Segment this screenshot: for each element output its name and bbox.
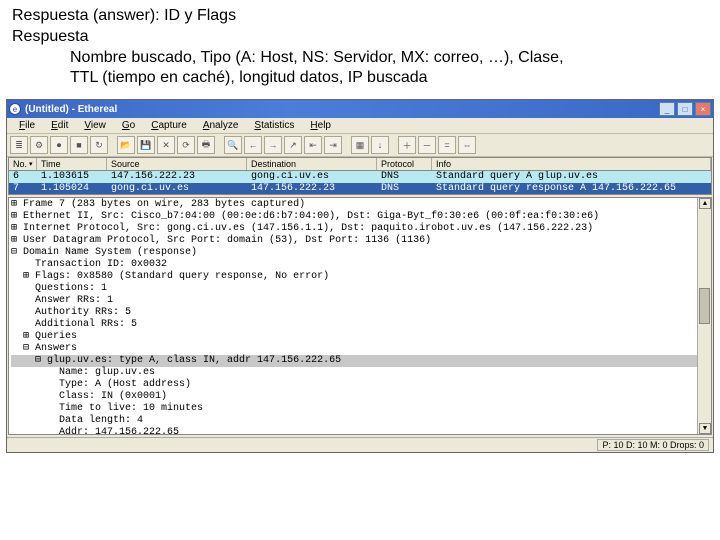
zoom-100-icon[interactable]: = bbox=[438, 136, 456, 154]
col-no[interactable]: No. ▾ bbox=[9, 158, 37, 170]
detail-dns[interactable]: ⊟ Domain Name System (response) bbox=[11, 247, 709, 259]
detail-questions: Questions: 1 bbox=[11, 283, 709, 295]
minimize-button[interactable]: _ bbox=[659, 102, 675, 116]
scroll-up-icon[interactable]: ▲ bbox=[699, 198, 711, 209]
menu-file[interactable]: File bbox=[11, 119, 43, 132]
menu-analyze[interactable]: Analyze bbox=[195, 119, 247, 132]
colorize-icon[interactable]: ▦ bbox=[351, 136, 369, 154]
save-icon[interactable]: 💾 bbox=[137, 136, 155, 154]
list-header: No. ▾ Time Source Destination Protocol I… bbox=[9, 158, 711, 171]
menu-edit[interactable]: Edit bbox=[43, 119, 76, 132]
detail-datalen: Data length: 4 bbox=[11, 415, 709, 427]
detail-answers[interactable]: ⊟ Answers bbox=[11, 343, 709, 355]
print-icon[interactable]: 🖶 bbox=[197, 136, 215, 154]
slide-line-1: Respuesta (answer): ID y Flags bbox=[12, 6, 710, 27]
go-forward-icon[interactable]: → bbox=[264, 136, 282, 154]
detail-udp[interactable]: ⊞ User Datagram Protocol, Src Port: doma… bbox=[11, 235, 709, 247]
detail-type: Type: A (Host address) bbox=[11, 379, 709, 391]
packet-row-6[interactable]: 6 1.103615 147.156.222.23 gong.ci.uv.es … bbox=[9, 171, 711, 183]
packet-row-7[interactable]: 7 1.105024 gong.ci.uv.es 147.156.222.23 … bbox=[9, 183, 711, 195]
stop-capture-icon[interactable]: ■ bbox=[70, 136, 88, 154]
go-last-icon[interactable]: ⇥ bbox=[324, 136, 342, 154]
detail-addlrrs: Additional RRs: 5 bbox=[11, 319, 709, 331]
detail-answer-record[interactable]: ⊟ glup.uv.es: type A, class IN, addr 147… bbox=[11, 355, 709, 367]
close-button[interactable]: × bbox=[695, 102, 711, 116]
ethereal-window: e (Untitled) - Ethereal _ □ × File Edit … bbox=[6, 99, 714, 453]
window-title: (Untitled) - Ethereal bbox=[25, 104, 659, 115]
slide-line-4: TTL (tiempo en caché), longitud datos, I… bbox=[12, 68, 710, 89]
detail-ttl: Time to live: 10 minutes bbox=[11, 403, 709, 415]
col-destination[interactable]: Destination bbox=[247, 158, 377, 170]
slide-line-3: Nombre buscado, Tipo (A: Host, NS: Servi… bbox=[12, 48, 710, 69]
detail-addr: Addr: 147.156.222.65 bbox=[11, 427, 709, 435]
restart-capture-icon[interactable]: ↻ bbox=[90, 136, 108, 154]
autoscroll-icon[interactable]: ↓ bbox=[371, 136, 389, 154]
zoom-out-icon[interactable]: － bbox=[418, 136, 436, 154]
detail-queries[interactable]: ⊞ Queries bbox=[11, 331, 709, 343]
goto-packet-icon[interactable]: ↗ bbox=[284, 136, 302, 154]
resize-cols-icon[interactable]: ⇔ bbox=[458, 136, 476, 154]
menu-capture[interactable]: Capture bbox=[143, 119, 195, 132]
reload-icon[interactable]: ⟳ bbox=[177, 136, 195, 154]
interfaces-icon[interactable]: ≣ bbox=[10, 136, 28, 154]
menu-help[interactable]: Help bbox=[302, 119, 339, 132]
capture-options-icon[interactable]: ⚙ bbox=[30, 136, 48, 154]
details-scrollbar[interactable]: ▲ ▼ bbox=[697, 198, 711, 434]
statusbar: P: 10 D: 10 M: 0 Drops: 0 bbox=[7, 437, 713, 452]
find-icon[interactable]: 🔍 bbox=[224, 136, 242, 154]
toolbar: ≣ ⚙ ⏺ ■ ↻ 📂 💾 ✕ ⟳ 🖶 🔍 ← → ↗ ⇤ ⇥ ▦ ↓ ＋ － … bbox=[7, 134, 713, 157]
col-info[interactable]: Info bbox=[432, 158, 711, 170]
packet-details[interactable]: ⊞ Frame 7 (283 bytes on wire, 283 bytes … bbox=[8, 197, 712, 435]
detail-ip[interactable]: ⊞ Internet Protocol, Src: gong.ci.uv.es … bbox=[11, 223, 709, 235]
start-capture-icon[interactable]: ⏺ bbox=[50, 136, 68, 154]
go-back-icon[interactable]: ← bbox=[244, 136, 262, 154]
app-icon: e bbox=[9, 103, 21, 115]
detail-frame[interactable]: ⊞ Frame 7 (283 bytes on wire, 283 bytes … bbox=[11, 199, 709, 211]
packet-list[interactable]: No. ▾ Time Source Destination Protocol I… bbox=[8, 157, 712, 195]
menu-go[interactable]: Go bbox=[114, 119, 143, 132]
col-time[interactable]: Time bbox=[37, 158, 107, 170]
slide-line-2: Respuesta bbox=[12, 27, 710, 48]
menu-view[interactable]: View bbox=[76, 119, 114, 132]
slide-notes: Respuesta (answer): ID y Flags Respuesta… bbox=[0, 0, 720, 93]
scroll-down-icon[interactable]: ▼ bbox=[699, 423, 711, 434]
detail-ethernet[interactable]: ⊞ Ethernet II, Src: Cisco_b7:04:00 (00:0… bbox=[11, 211, 709, 223]
close-file-icon[interactable]: ✕ bbox=[157, 136, 175, 154]
zoom-in-icon[interactable]: ＋ bbox=[398, 136, 416, 154]
menu-statistics[interactable]: Statistics bbox=[246, 119, 302, 132]
detail-flags[interactable]: ⊞ Flags: 0x8580 (Standard query response… bbox=[11, 271, 709, 283]
titlebar[interactable]: e (Untitled) - Ethereal _ □ × bbox=[7, 100, 713, 118]
open-icon[interactable]: 📂 bbox=[117, 136, 135, 154]
detail-authrrs: Authority RRs: 5 bbox=[11, 307, 709, 319]
go-first-icon[interactable]: ⇤ bbox=[304, 136, 322, 154]
menubar: File Edit View Go Capture Analyze Statis… bbox=[7, 118, 713, 134]
maximize-button[interactable]: □ bbox=[677, 102, 693, 116]
detail-class: Class: IN (0x0001) bbox=[11, 391, 709, 403]
detail-answerrrs: Answer RRs: 1 bbox=[11, 295, 709, 307]
col-source[interactable]: Source bbox=[107, 158, 247, 170]
col-protocol[interactable]: Protocol bbox=[377, 158, 432, 170]
scroll-thumb[interactable] bbox=[699, 288, 710, 324]
detail-name: Name: glup.uv.es bbox=[11, 367, 709, 379]
status-counters: P: 10 D: 10 M: 0 Drops: 0 bbox=[597, 439, 709, 451]
detail-txnid: Transaction ID: 0x0032 bbox=[11, 259, 709, 271]
